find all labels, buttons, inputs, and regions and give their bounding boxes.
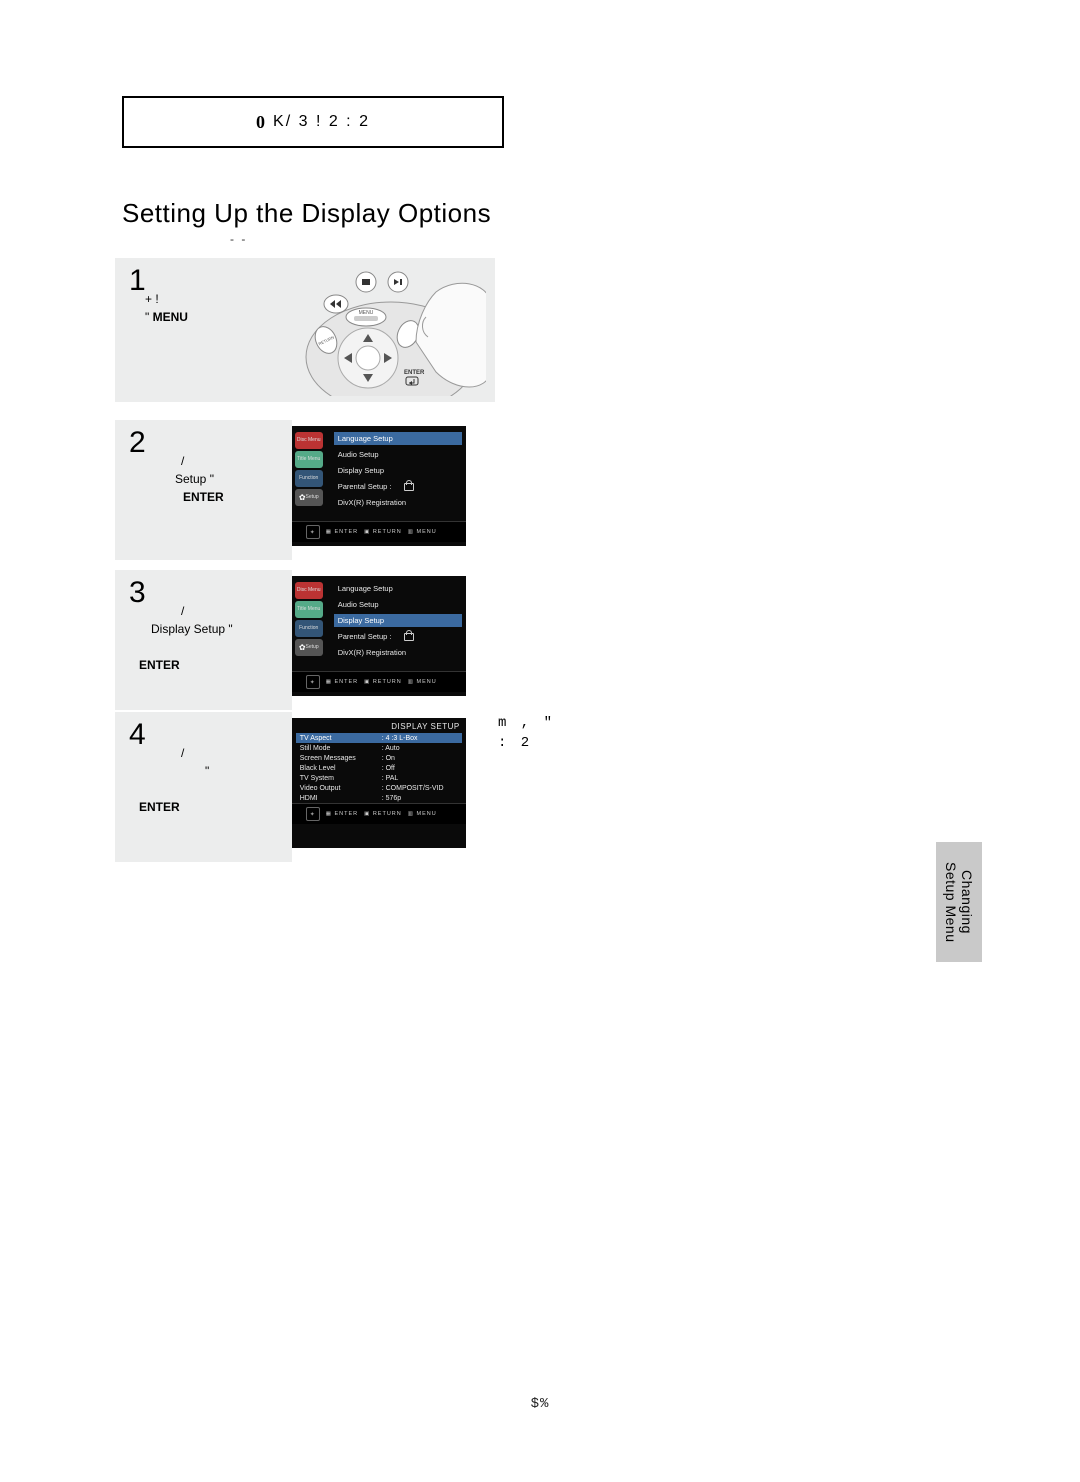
top-callout-glyph: 0	[256, 112, 267, 133]
setup-item-divx[interactable]: DivX(R) Registration	[334, 496, 462, 509]
step-3-q: "	[225, 622, 233, 636]
setup-items-list: Language Setup Audio Setup Display Setup…	[326, 426, 466, 521]
step-3-display: Display Setup	[151, 622, 225, 636]
step-1-menu-label: MENU	[153, 310, 188, 324]
screen-footer-hints-2: ✦ ▦ ENTER ▣ RETURN ▥ MENU	[292, 671, 466, 692]
disc-menu-icon: Disc Menu	[295, 432, 323, 449]
setup-item-parental-2[interactable]: Parental Setup :	[334, 630, 462, 643]
display-setup-key: Screen Messages	[300, 755, 378, 762]
setup-item-language-2[interactable]: Language Setup	[334, 582, 462, 595]
annotation-line2: : 2	[498, 734, 698, 754]
display-setup-row[interactable]: TV Aspect 4 :3 L-Box	[296, 733, 462, 743]
step-2-text: / Setup " ENTER	[145, 452, 282, 506]
section-subtitle: - -	[230, 232, 247, 246]
display-setup-key: HDMI	[300, 795, 378, 802]
display-setup-value: Off	[382, 765, 395, 772]
step-4: 4 / " ENTER DISPLAY SETUP TV Aspect 4 :3 …	[115, 712, 495, 862]
disc-menu-icon-2: Disc Menu	[295, 582, 323, 599]
svg-text:MENU: MENU	[358, 310, 373, 316]
step-2-q: "	[206, 472, 214, 486]
display-setup-value: On	[382, 755, 395, 762]
display-setup-value: 576p	[382, 795, 401, 802]
remote-control-illustration: MENU RETURN ENTER	[286, 262, 486, 396]
title-menu-icon-2: Title Menu	[295, 601, 323, 618]
step-4-enter: ENTER	[139, 800, 180, 814]
step-3-number: 3	[129, 576, 146, 610]
display-setup-value: PAL	[382, 775, 399, 782]
onscreen-setup-menu: Disc Menu Title Menu Function ✿Setup Lan…	[292, 426, 466, 546]
step-1-line1: + !	[145, 292, 159, 306]
svg-text:ENTER: ENTER	[404, 370, 425, 376]
setup-icon: ✿Setup	[295, 489, 323, 506]
title-menu-icon: Title Menu	[295, 451, 323, 468]
setup-side-icons: Disc Menu Title Menu Function ✿Setup	[292, 426, 326, 521]
setup-item-display[interactable]: Display Setup	[334, 464, 462, 477]
display-setup-value: Auto	[382, 745, 400, 752]
step-1: 1 + ! " MENU	[115, 258, 495, 402]
lock-icon	[404, 483, 414, 491]
onscreen-display-setup: DISPLAY SETUP TV Aspect4 :3 L-BoxStill M…	[292, 718, 466, 848]
function-icon: Function	[295, 470, 323, 487]
lock-icon-2	[404, 633, 414, 641]
setup-item-language[interactable]: Language Setup	[334, 432, 462, 445]
display-setup-row[interactable]: Screen Messages On	[296, 753, 462, 763]
function-icon-2: Function	[295, 620, 323, 637]
page-number: $%	[0, 1396, 1080, 1412]
display-setup-row[interactable]: Still Mode Auto	[296, 743, 462, 753]
step-3-line1: /	[181, 604, 184, 618]
side-annotation: m , " : 2	[498, 714, 698, 753]
onscreen-setup-menu-2: Disc Menu Title Menu Function ✿Setup Lan…	[292, 576, 466, 696]
nav-cluster-icon-2: ✦	[306, 675, 320, 689]
step-3-text: / Display Setup " ENTER	[145, 602, 282, 674]
display-setup-value: 4 :3 L-Box	[382, 735, 418, 742]
display-setup-key: Black Level	[300, 765, 378, 772]
setup-items-list-2: Language Setup Audio Setup Display Setup…	[326, 576, 466, 671]
nav-cluster-icon-3: ✦	[306, 807, 320, 821]
step-4-number: 4	[129, 718, 146, 752]
display-setup-row[interactable]: HDMI 576p	[296, 793, 462, 803]
section-side-tab: Changing Setup Menu	[936, 842, 982, 962]
display-setup-row[interactable]: TV System PAL	[296, 773, 462, 783]
setup-icon-2: ✿Setup	[295, 639, 323, 656]
display-setup-key: Video Output	[300, 785, 378, 792]
display-setup-row[interactable]: Video Output COMPOSIT/S-VID	[296, 783, 462, 793]
step-1-number: 1	[129, 264, 146, 298]
setup-side-icons-2: Disc Menu Title Menu Function ✿Setup	[292, 576, 326, 671]
display-setup-key: Still Mode	[300, 745, 378, 752]
display-setup-value: COMPOSIT/S-VID	[382, 785, 444, 792]
top-callout-box: 0 K/ 3 ! 2 : 2	[122, 96, 504, 148]
display-setup-table: TV Aspect4 :3 L-BoxStill ModeAutoScreen …	[292, 733, 466, 803]
step-4-line1: /	[181, 746, 184, 760]
top-callout-text: K/ 3 ! 2 : 2	[273, 113, 370, 131]
section-title: Setting Up the Display Options	[122, 198, 491, 229]
display-setup-key: TV Aspect	[300, 735, 378, 742]
step-2-setup: Setup	[175, 472, 206, 486]
step-1-line2a: "	[145, 310, 153, 324]
step-3: 3 / Display Setup " ENTER Disc Menu Titl…	[115, 570, 495, 710]
screen-footer-hints: ✦ ▦ ENTER ▣ RETURN ▥ MENU	[292, 521, 466, 542]
setup-item-display-2[interactable]: Display Setup	[334, 614, 462, 627]
setup-item-audio[interactable]: Audio Setup	[334, 448, 462, 461]
display-setup-row[interactable]: Black Level Off	[296, 763, 462, 773]
setup-item-divx-2[interactable]: DivX(R) Registration	[334, 646, 462, 659]
side-tab-line2: Setup Menu	[943, 862, 959, 943]
step-2-enter: ENTER	[183, 490, 224, 504]
side-tab-line1: Changing	[959, 870, 975, 934]
step-4-text: / " ENTER	[145, 744, 282, 816]
nav-cluster-icon: ✦	[306, 525, 320, 539]
step-3-enter: ENTER	[139, 658, 180, 672]
display-setup-key: TV System	[300, 775, 378, 782]
step-2: 2 / Setup " ENTER Disc Menu Title Menu F…	[115, 420, 495, 560]
display-setup-title: DISPLAY SETUP	[292, 718, 466, 733]
setup-item-parental[interactable]: Parental Setup :	[334, 480, 462, 493]
step-4-line2: "	[205, 764, 209, 778]
annotation-line1: m , "	[498, 714, 698, 734]
step-2-number: 2	[129, 426, 146, 460]
screen-footer-hints-3: ✦ ▦ ENTER ▣ RETURN ▥ MENU	[292, 803, 466, 824]
step-2-line1: /	[181, 454, 184, 468]
setup-item-audio-2[interactable]: Audio Setup	[334, 598, 462, 611]
step-1-text: + ! " MENU	[145, 290, 282, 326]
